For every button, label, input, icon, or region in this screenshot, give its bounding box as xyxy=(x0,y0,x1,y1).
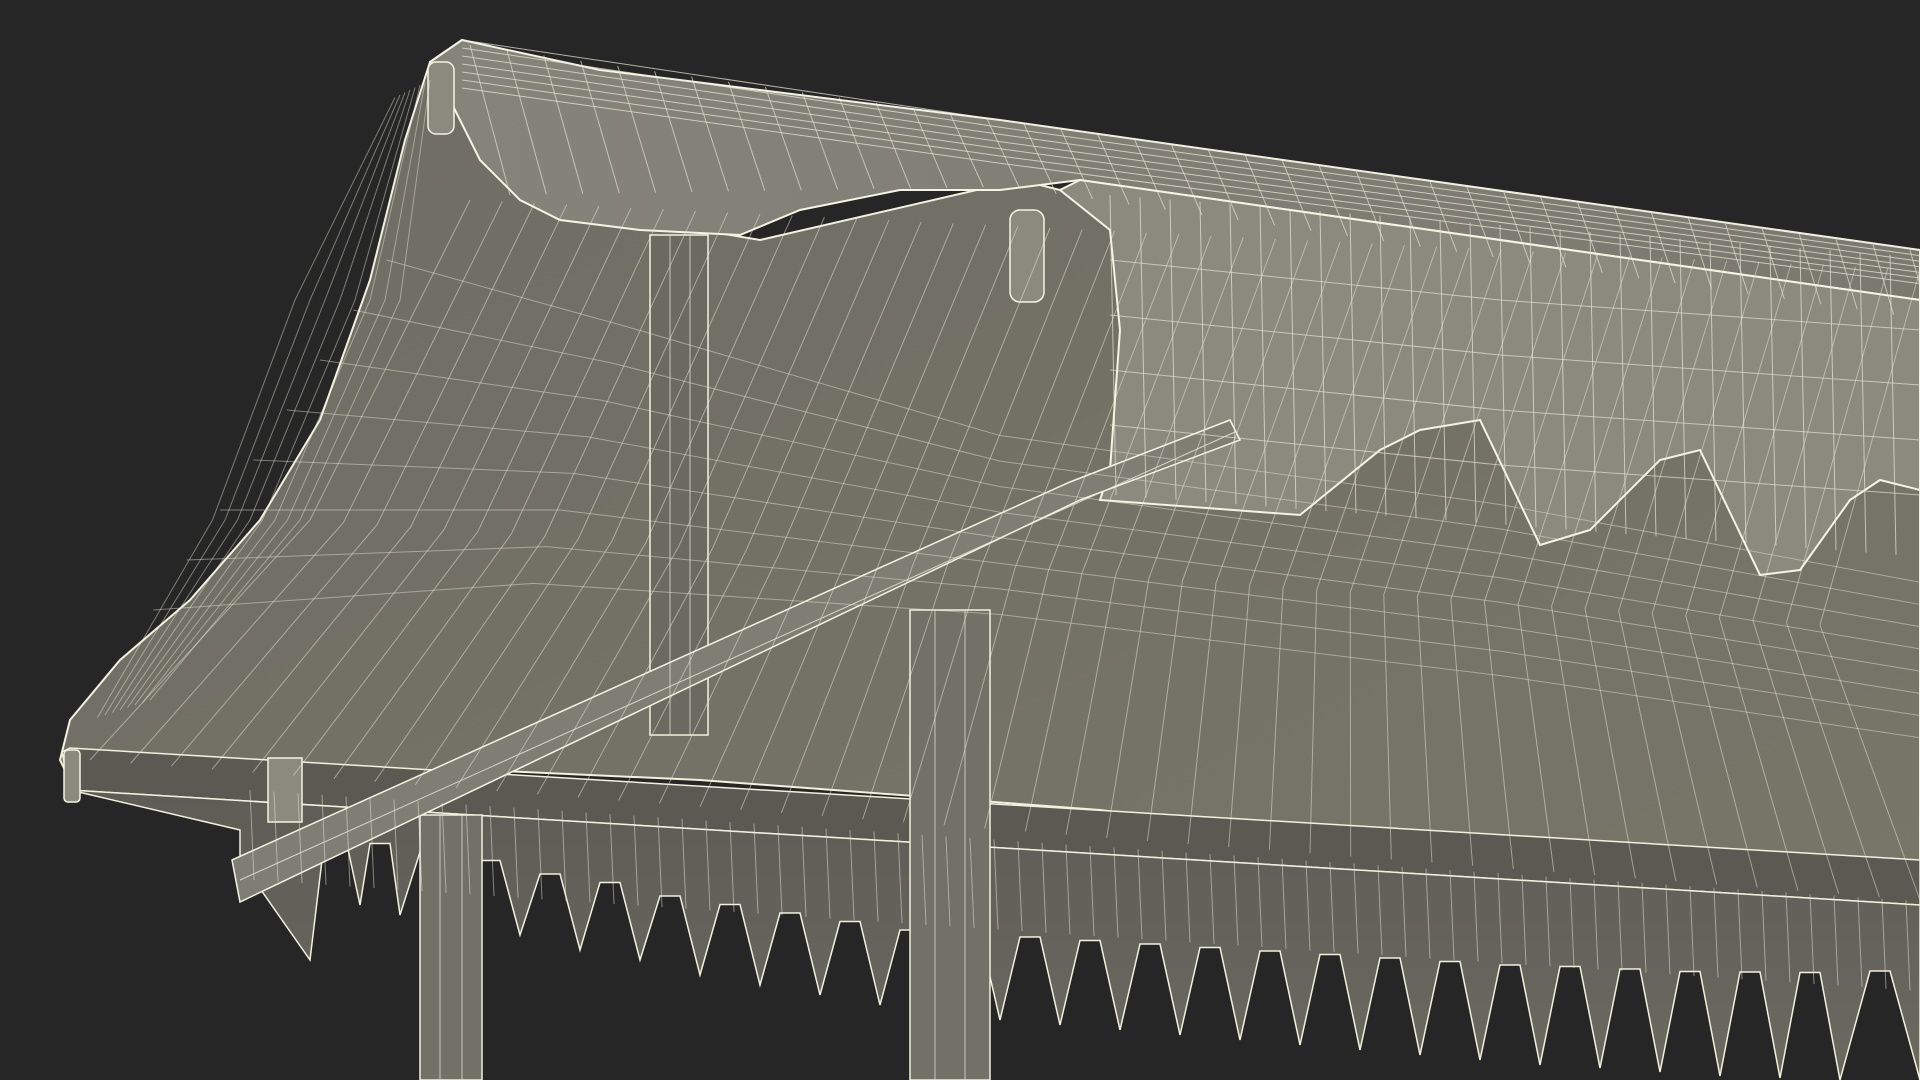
viewport-3d xyxy=(0,0,1920,1080)
wireframe-render xyxy=(58,38,1920,1080)
